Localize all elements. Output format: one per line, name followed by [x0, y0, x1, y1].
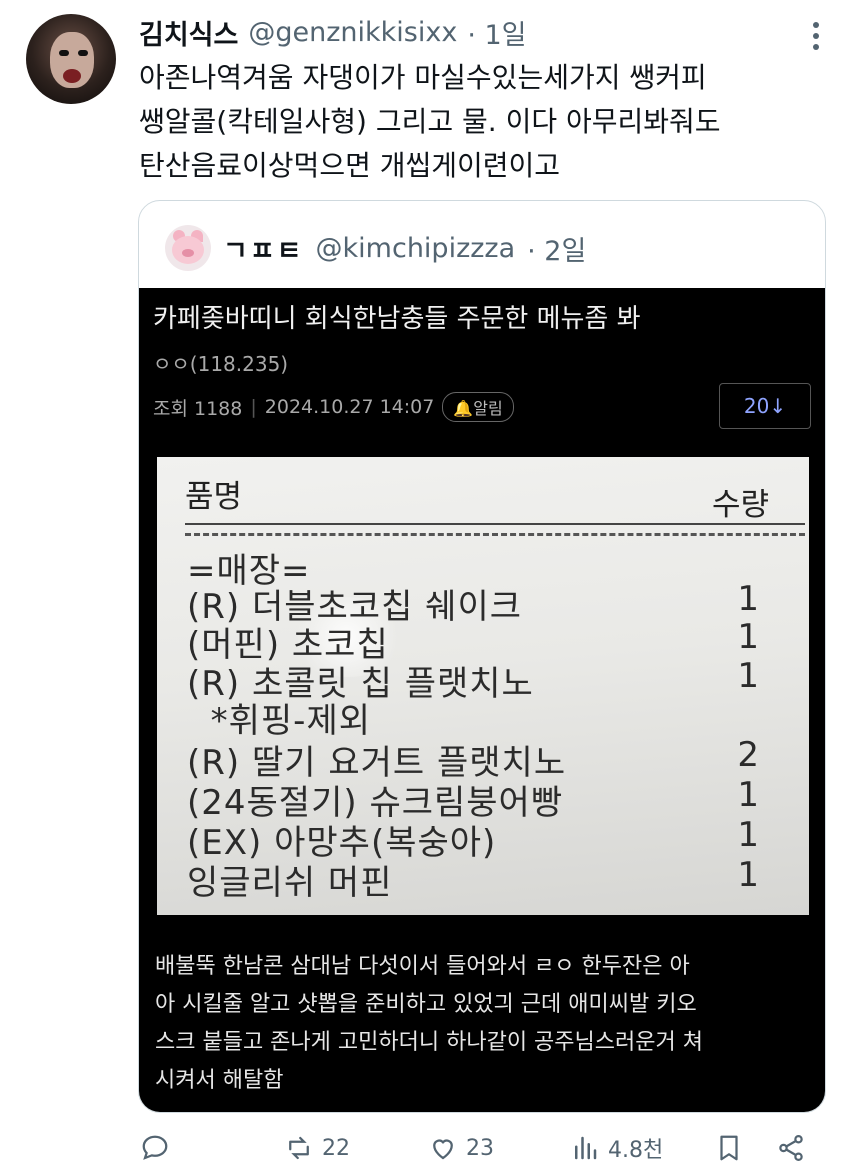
alert-pill: 🔔알림: [442, 392, 514, 422]
author-avatar[interactable]: [26, 14, 116, 104]
quoted-author-name[interactable]: ㄱㅍㅌ: [223, 229, 304, 268]
post-datetime: 2024.10.27 14:07: [264, 396, 435, 418]
avatar-eye-right: [78, 50, 88, 56]
quoted-tweet-image[interactable]: 카페좆바띠니 회식한남충들 주문한 메뉴좀 봐 ㅇㅇ(118.235) 조회 1…: [139, 288, 825, 1112]
quoted-author-avatar[interactable]: [165, 225, 211, 271]
post-title: 카페좆바띠니 회식한남충들 주문한 메뉴좀 봐: [153, 304, 641, 334]
post-meta: 조회 1188 | 2024.10.27 14:07 🔔알림: [153, 392, 514, 422]
post-body: 배불뚝 한남콘 삼대남 다섯이서 들어와서 ㄹㅇ 한두잔은 아 아 시킬줄 알고…: [155, 948, 815, 1100]
receipt-divider: [185, 523, 805, 525]
avatar-mouth: [63, 69, 81, 83]
more-options-icon[interactable]: [812, 22, 820, 50]
receipt-photo: 품명 수량 =매장= (R) 더블초코칩 쉐이크 1 (머핀) 초코칩 1 (R…: [157, 457, 809, 915]
reply-button[interactable]: [140, 1128, 178, 1168]
share-icon: [779, 1135, 803, 1161]
avatar-eye-left: [59, 50, 69, 56]
reply-icon: [142, 1135, 168, 1160]
alert-label: 알림: [473, 399, 503, 418]
author-handle[interactable]: @genznikkisixx: [248, 17, 457, 48]
author-name[interactable]: 김치식스: [139, 13, 238, 52]
bell-icon: 🔔: [453, 399, 474, 418]
retweet-button[interactable]: 22: [284, 1128, 350, 1168]
tweet-text-line: 쌩알콜(칵테일사형) 그리고 물. 이다 아무리봐줘도: [139, 105, 721, 138]
views-chart-icon: [575, 1136, 597, 1160]
views-count: 4.8천: [608, 1138, 664, 1163]
bookmark-button[interactable]: [714, 1128, 744, 1168]
receipt-qty: 1: [737, 855, 759, 895]
retweet-icon: [289, 1136, 309, 1160]
quoted-author-handle[interactable]: @kimchipizzza: [316, 233, 516, 264]
post-author: ㅇㅇ(118.235): [153, 352, 289, 376]
retweet-count: 22: [322, 1135, 350, 1161]
receipt-qty: 1: [737, 579, 759, 619]
receipt-divider-dashed: [185, 533, 805, 536]
receipt-header-item: 품명: [185, 479, 243, 515]
receipt-item: 잉글리쉬 머핀: [187, 863, 393, 903]
views-button[interactable]: 4.8천: [570, 1128, 663, 1168]
tweet-action-bar: 22 23 4.8천: [138, 1128, 828, 1168]
tweet-text-line: 탄산음료이상먹으면 개씹게이련이고: [139, 149, 561, 182]
receipt-qty: 1: [737, 815, 759, 855]
receipt-qty: 2: [737, 735, 759, 775]
tweet-text-line: 아존나역겨움 자댕이가 마실수있는세가지 쌩커피: [139, 61, 707, 94]
receipt-header-qty: 수량: [711, 487, 769, 523]
post-body-line: 배불뚝 한남콘 삼대남 다섯이서 들어와서 ㄹㅇ 한두잔은 아: [155, 954, 690, 979]
post-body-line: 아 시킬줄 알고 샷뽑을 준비하고 있었긔 근데 애미씨발 키오: [155, 992, 697, 1017]
share-button[interactable]: [776, 1128, 806, 1168]
post-views: 조회 1188: [153, 397, 243, 420]
post-body-line: 스크 붙들고 존나게 고민하더니 하나같이 공주님스러운거 쳐: [155, 1030, 703, 1055]
heart-icon: [433, 1139, 453, 1160]
receipt-qty: 1: [737, 775, 759, 815]
quoted-tweet-time[interactable]: · 2일: [527, 229, 586, 268]
quoted-tweet[interactable]: ㄱㅍㅌ @kimchipizzza · 2일 카페좆바띠니 회식한남충들 주문한…: [138, 200, 826, 1113]
meta-divider: |: [250, 396, 257, 418]
quoted-tweet-header: ㄱㅍㅌ @kimchipizzza · 2일: [165, 223, 586, 273]
tweet-text: 아존나역겨움 자댕이가 마실수있는세가지 쌩커피 쌩알콜(칵테일사형) 그리고 …: [139, 56, 829, 188]
comment-count-button: 20↓: [719, 383, 811, 429]
receipt-qty: 1: [737, 656, 759, 696]
receipt-qty: 1: [737, 617, 759, 657]
bookmark-icon: [720, 1135, 738, 1161]
like-button[interactable]: 23: [428, 1128, 494, 1168]
like-count: 23: [466, 1135, 494, 1161]
tweet-header: 김치식스 @genznikkisixx · 1일: [139, 13, 527, 52]
post-body-line: 시켜서 해탈함: [155, 1068, 284, 1093]
tweet-time[interactable]: · 1일: [467, 13, 526, 52]
